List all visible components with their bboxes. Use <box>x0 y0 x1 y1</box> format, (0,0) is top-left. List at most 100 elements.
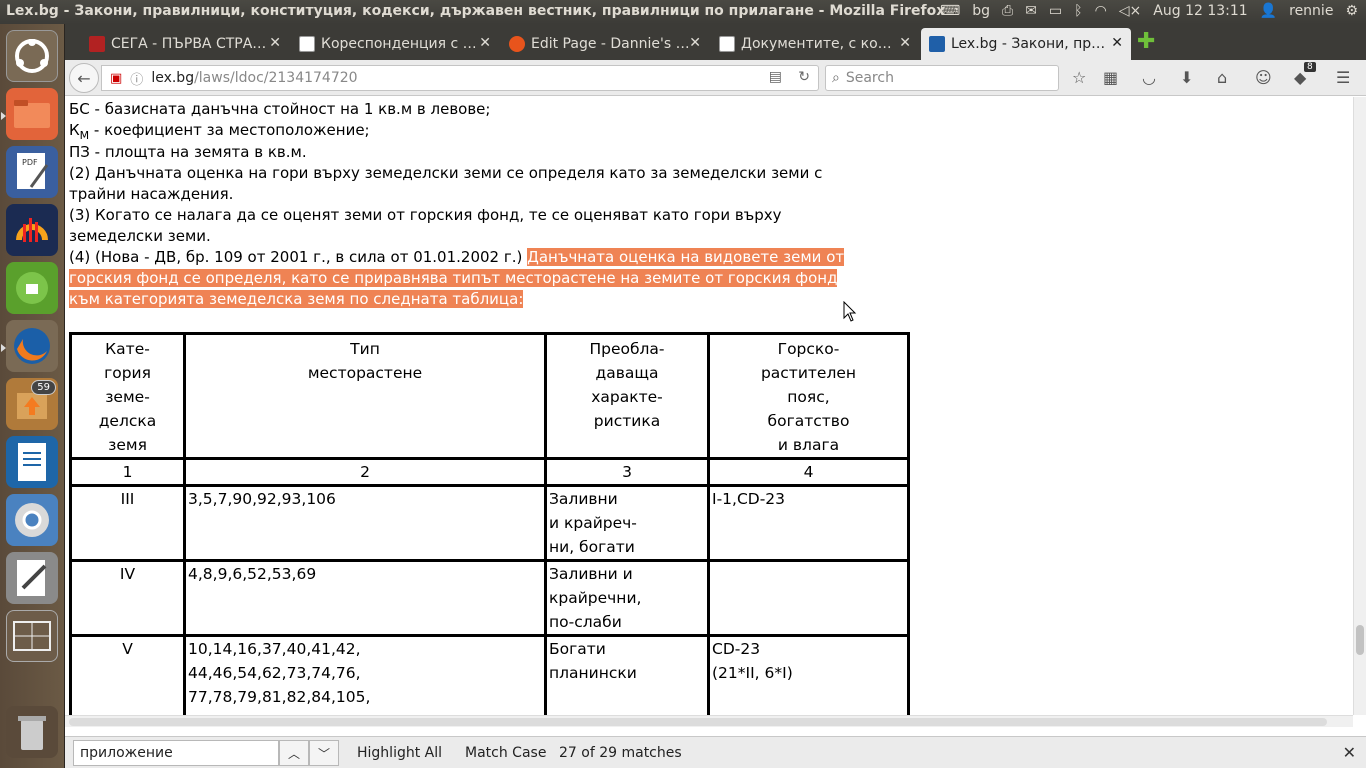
close-icon[interactable]: ✕ <box>1343 743 1356 762</box>
pocket-icon[interactable]: ◡ <box>1142 68 1156 87</box>
chromium-icon[interactable] <box>6 494 58 546</box>
table-cell: 10,14,16,37,40,41,42, 44,46,54,62,73,74,… <box>183 634 547 715</box>
match-case-toggle[interactable]: Match Case <box>465 745 546 761</box>
text-line: към категорията земеделска земя по следн… <box>69 289 524 310</box>
gear-icon[interactable]: ⚙ <box>1345 3 1358 19</box>
reload-icon[interactable]: ↻ <box>798 69 810 85</box>
table-header-cell: Преобла- даваща характе- ристика <box>544 332 710 460</box>
files-icon[interactable] <box>6 88 58 140</box>
tab-label: Кореспонденция с … <box>321 36 477 52</box>
window-title: Lex.bg - Закони, правилници, конституция… <box>6 3 946 19</box>
table-header-row: Кате- гория земе- делска земя Тип местор… <box>69 332 910 460</box>
battery-icon[interactable]: ▭ <box>1049 3 1062 19</box>
menu-hamburger-icon[interactable]: ☰ <box>1336 68 1350 87</box>
trash-icon[interactable] <box>6 706 58 758</box>
ubuntu-logo-icon[interactable] <box>6 30 58 82</box>
page-favicon-icon <box>719 36 735 52</box>
close-icon[interactable]: ✕ <box>1111 35 1123 51</box>
user-icon[interactable]: 👤 <box>1260 3 1277 19</box>
vertical-scroll-thumb[interactable] <box>1356 625 1364 655</box>
volume-icon[interactable]: ◁× <box>1119 3 1142 19</box>
url-host: lex.bg <box>151 70 195 86</box>
page-favicon-icon <box>299 36 315 52</box>
system-top-bar: Lex.bg - Закони, правилници, конституция… <box>0 0 1366 24</box>
page-content: БС - базисната данъчна стойност на 1 кв.… <box>65 97 1353 715</box>
tab-label: Edit Page - Dannie's … <box>531 36 690 52</box>
reader-view-icon[interactable]: ▤ <box>769 69 782 85</box>
audacity-icon[interactable] <box>6 204 58 256</box>
tab-label: СЕГА - ПЪРВА СТРА… <box>111 36 267 52</box>
clock[interactable]: Aug 12 13:11 <box>1153 3 1247 19</box>
selected-text: горския фонд се определя, като се прирав… <box>69 269 838 287</box>
bluetooth-icon[interactable]: ᛒ <box>1074 3 1082 19</box>
text-line: ПЗ - площта на земята в кв.м. <box>69 143 307 161</box>
find-bar: приложение ︿ ﹀ Highlight All Match Case … <box>65 736 1366 768</box>
table-cell: V <box>69 634 186 715</box>
workspace-switcher-icon[interactable] <box>6 610 58 662</box>
table-number-cell: 2 <box>183 457 547 487</box>
wifi-icon[interactable]: ◠ <box>1095 3 1107 19</box>
update-manager-icon[interactable]: 59 <box>6 378 58 430</box>
software-updater-icon[interactable] <box>6 262 58 314</box>
bookmark-star-icon[interactable]: ☆ <box>1072 68 1086 87</box>
back-arrow-icon[interactable]: ← <box>69 63 99 93</box>
keyboard-icon[interactable]: ⌨ <box>940 3 960 19</box>
bookmarks-list-icon[interactable]: ▦ <box>1103 68 1118 87</box>
close-icon[interactable]: ✕ <box>689 35 701 51</box>
highlight-all-toggle[interactable]: Highlight All <box>357 745 442 761</box>
tab-lex-bg[interactable]: Lex.bg - Закони, пр… ✕ <box>921 28 1131 60</box>
text-line: трайни насаждения. <box>69 185 234 203</box>
horizontal-scrollbar[interactable] <box>65 715 1353 727</box>
firefox-icon[interactable] <box>6 320 58 372</box>
table-header-cell: Горско- растителен пояс, богатство и вла… <box>707 332 910 460</box>
table-cell: 4,8,9,6,52,53,69 <box>183 559 547 637</box>
home-icon[interactable]: ⌂ <box>1217 68 1227 87</box>
find-next-chevron-down-icon[interactable]: ﹀ <box>309 740 339 766</box>
notifications-icon[interactable]: ◆ 8 <box>1294 62 1316 87</box>
site-identity-icon[interactable]: ▣ <box>110 71 122 86</box>
url-bar[interactable]: ▣ ⓘ lex.bg/laws/ldoc/2134174720 ▤ ↻ <box>101 65 819 91</box>
search-bar[interactable]: ⌕ Search <box>825 65 1059 91</box>
notifications-badge: 8 <box>1304 62 1316 72</box>
table-row: IV 4,8,9,6,52,53,69 Заливни и крайречни,… <box>69 559 910 637</box>
sega-favicon-icon <box>89 36 105 52</box>
text-editor-icon[interactable] <box>6 552 58 604</box>
chat-icon[interactable]: ☺ <box>1255 68 1272 87</box>
mouse-cursor-icon <box>843 301 857 322</box>
user-name[interactable]: rennie <box>1289 3 1333 19</box>
tab-label: Lex.bg - Закони, пр… <box>951 36 1106 52</box>
text-line-rest: - коефициент за местоположение; <box>89 121 370 139</box>
table-cell: CD-23 (21*II, 6*I) <box>707 634 910 715</box>
pdf-editor-icon[interactable]: PDF <box>6 146 58 198</box>
vertical-scrollbar[interactable] <box>1353 97 1366 715</box>
writer-icon[interactable] <box>6 436 58 488</box>
find-input[interactable]: приложение <box>73 740 279 766</box>
tab-edit-page[interactable]: Edit Page - Dannie's … ✕ <box>501 28 709 60</box>
table-number-row: 1 2 3 4 <box>69 457 910 487</box>
find-previous-chevron-up-icon[interactable]: ︿ <box>279 740 309 766</box>
text-line: горския фонд се определя, като се прирав… <box>69 268 838 289</box>
info-icon[interactable]: ⓘ <box>130 69 143 88</box>
close-icon[interactable]: ✕ <box>269 35 281 51</box>
table-cell: Богати планински <box>544 634 710 715</box>
mail-icon[interactable]: ✉ <box>1025 3 1037 19</box>
printer-icon[interactable]: ⎙ <box>1002 3 1013 19</box>
table-cell: III <box>69 484 186 562</box>
table-row: V 10,14,16,37,40,41,42, 44,46,54,62,73,7… <box>69 634 910 715</box>
update-badge: 59 <box>31 380 56 395</box>
selected-text: Данъчната оценка на видовете земи от <box>527 248 845 266</box>
table-row: III 3,5,7,90,92,93,106 Заливни и крайреч… <box>69 484 910 562</box>
close-icon[interactable]: ✕ <box>899 35 911 51</box>
new-tab-plus-icon[interactable]: ✚ <box>1137 31 1155 53</box>
horizontal-scroll-thumb[interactable] <box>69 718 1327 726</box>
close-icon[interactable]: ✕ <box>479 35 491 51</box>
tab-correspondence[interactable]: Кореспонденция с … ✕ <box>291 28 499 60</box>
tab-documents[interactable]: Документите, с ко… ✕ <box>711 28 919 60</box>
downloads-icon[interactable]: ⬇ <box>1180 68 1193 87</box>
keyboard-layout[interactable]: bg <box>972 3 990 19</box>
tab-sega[interactable]: СЕГА - ПЪРВА СТРА… ✕ <box>81 28 289 60</box>
table-cell <box>707 559 910 637</box>
selected-text: към категорията земеделска земя по следн… <box>69 290 524 308</box>
system-indicators: ⌨ bg ⎙ ✉ ▭ ᛒ ◠ ◁× Aug 12 13:11 👤 rennie … <box>940 3 1358 19</box>
find-status: 27 of 29 matches <box>559 745 682 761</box>
